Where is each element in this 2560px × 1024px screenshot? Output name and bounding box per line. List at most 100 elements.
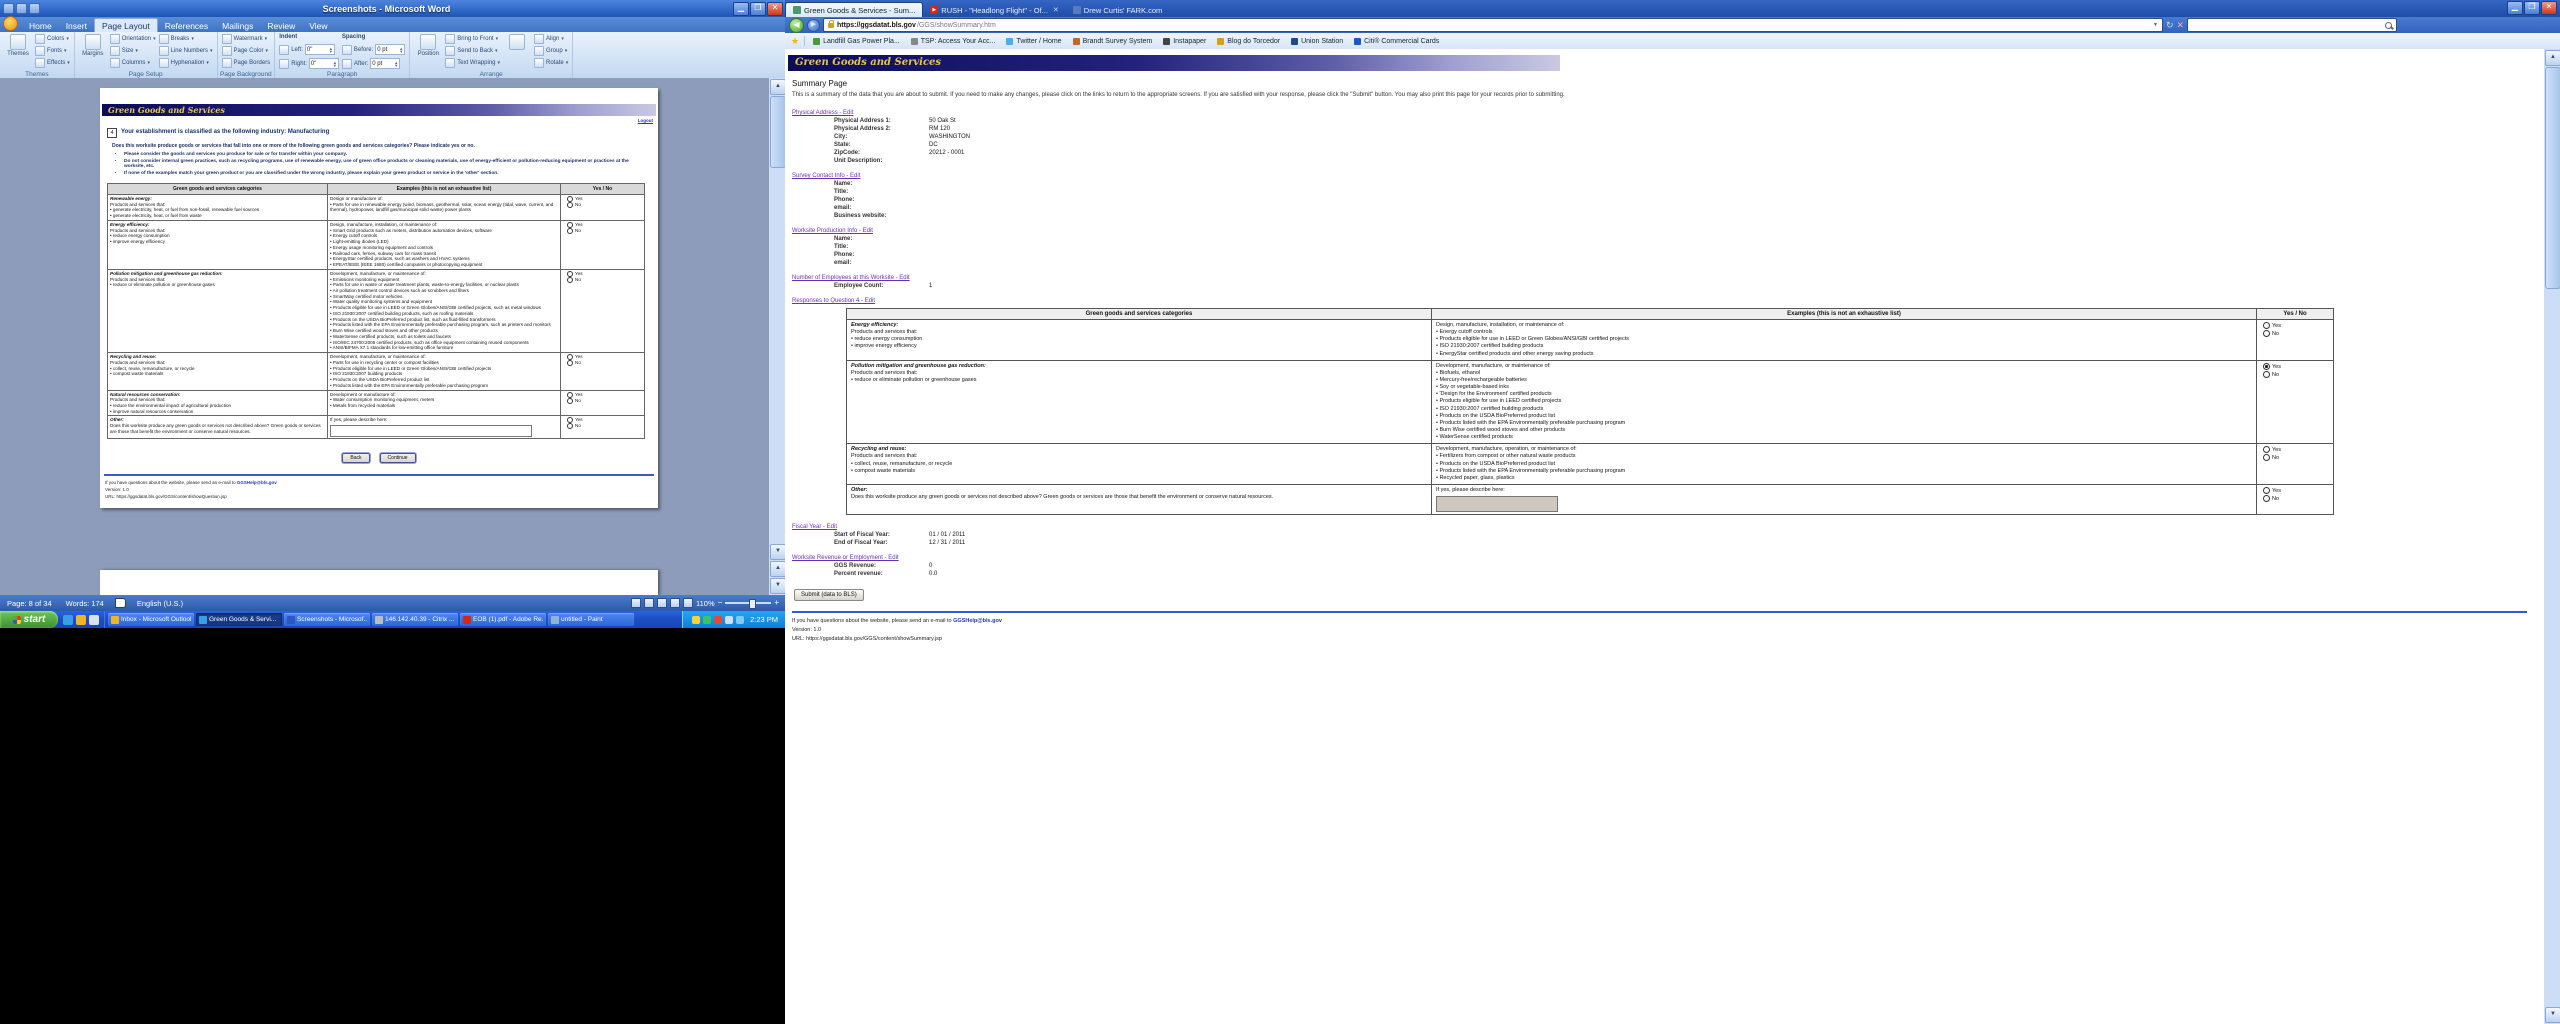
size-button[interactable]: Size▾ [110, 46, 156, 56]
submit-button[interactable]: Submit (data to BLS) [794, 589, 864, 601]
outlook-quicklaunch-icon[interactable] [76, 615, 86, 625]
print-layout-view-icon[interactable] [631, 598, 641, 608]
tray-icon-2[interactable] [703, 616, 711, 624]
back-button[interactable]: Back [342, 453, 369, 463]
no-radio[interactable] [2263, 371, 2270, 378]
tab-ggs-summary[interactable]: Green Goods & Services - Sum... [785, 2, 923, 17]
yes-radio[interactable] [567, 392, 573, 398]
page-color-button[interactable]: Page Color▾ [222, 46, 271, 56]
network-icon[interactable] [736, 616, 744, 624]
task-outlook[interactable]: Inbox - Microsoft Outlook [108, 613, 194, 626]
no-radio[interactable] [2263, 454, 2270, 461]
text-wrapping-button[interactable]: Text Wrapping▾ [445, 58, 500, 68]
address-bar[interactable]: https://ggsdatat.bls.gov /GGS/showSummar… [823, 18, 2163, 32]
indent-left-stepper[interactable]: 0"▲▼ [305, 44, 335, 55]
tab-page-layout[interactable]: Page Layout [94, 18, 158, 32]
address-dropdown-icon[interactable]: ▼ [2153, 22, 2158, 28]
minimize-button[interactable]: ▁ [733, 2, 749, 16]
indent-right-stepper[interactable]: 0"▲▼ [309, 58, 339, 69]
theme-effects-button[interactable]: Effects▾ [35, 58, 70, 68]
previous-page-button[interactable]: ▲ [770, 561, 785, 577]
theme-fonts-button[interactable]: Fonts▾ [35, 46, 70, 56]
other-describe-input[interactable] [1436, 496, 1558, 512]
favorite-tsp[interactable]: TSP: Access Your Acc... [908, 38, 999, 45]
outline-view-icon[interactable] [670, 598, 680, 608]
stop-icon[interactable]: ✕ [2177, 19, 2185, 31]
browser-maximize-button[interactable]: ❐ [2524, 1, 2540, 15]
search-input[interactable] [2187, 18, 2397, 32]
physical-address-edit-link[interactable]: Physical Address - Edit [792, 110, 2536, 116]
volume-icon[interactable] [725, 616, 733, 624]
favorite-brandt[interactable]: Brandt Survey System [1070, 38, 1156, 45]
tray-icon-3[interactable] [714, 616, 722, 624]
ie-quicklaunch-icon[interactable] [63, 615, 73, 625]
survey-contact-edit-link[interactable]: Survey Contact Info - Edit [792, 173, 2536, 179]
logout-link[interactable]: Logout [105, 118, 653, 123]
yes-radio[interactable] [2263, 487, 2270, 494]
favorite-citi[interactable]: Citi® Commercial Cards [1351, 38, 1442, 45]
task-browser-ggs[interactable]: Green Goods & Servi... [196, 613, 282, 626]
employee-count-edit-link[interactable]: Number of Employees at this Worksite - E… [792, 275, 2536, 281]
yes-radio[interactable] [2263, 322, 2270, 329]
word-titlebar[interactable]: Screenshots - Microsoft Word ▁ ❐ ✕ [0, 0, 785, 17]
yes-radio[interactable] [2263, 363, 2270, 370]
watermark-button[interactable]: Watermark▾ [222, 34, 271, 44]
undo-icon[interactable] [29, 3, 40, 14]
spacing-after-stepper[interactable]: 0 pt▲▼ [370, 58, 400, 69]
next-page-button[interactable]: ▼ [770, 578, 785, 594]
responses-q4-edit-link[interactable]: Responses to Question 4 - Edit [792, 298, 2536, 304]
task-word[interactable]: Screenshots - Microsof... [284, 613, 370, 626]
scroll-down-arrow[interactable]: ▼ [2545, 1007, 2560, 1023]
fullscreen-view-icon[interactable] [644, 598, 654, 608]
no-radio[interactable] [567, 398, 573, 404]
task-paint[interactable]: untitled - Paint [548, 613, 634, 626]
zoom-in-button[interactable]: + [774, 599, 779, 607]
tray-icon-1[interactable] [692, 616, 700, 624]
send-to-back-button[interactable]: Send to Back▾ [445, 46, 500, 56]
task-adobe-reader[interactable]: EOB (1).pdf - Adobe Re... [460, 613, 546, 626]
browser-vertical-scrollbar[interactable]: ▲ ▼ [2544, 49, 2560, 1024]
scroll-up-arrow[interactable]: ▲ [770, 79, 785, 95]
bring-to-front-button[interactable]: Bring to Front▾ [445, 34, 500, 44]
start-button[interactable]: start [0, 611, 58, 628]
tab-fark[interactable]: Drew Curtis' FARK.com [1066, 3, 1170, 17]
favorite-twitter[interactable]: Twitter / Home [1003, 38, 1064, 45]
favorite-blog[interactable]: Blog do Torcedor [1214, 38, 1283, 45]
zoom-level[interactable]: 110% [696, 599, 715, 608]
tab-review[interactable]: Review [260, 19, 302, 32]
tab-youtube-rush[interactable]: ▶RUSH - "Headlong Flight" - Of...✕ [923, 3, 1065, 17]
align-big-button[interactable] [503, 34, 531, 50]
no-radio[interactable] [567, 202, 573, 208]
favorite-landfill[interactable]: Landfill Gas Power Pla... [810, 38, 903, 45]
tab-insert[interactable]: Insert [59, 19, 94, 32]
help-email-link[interactable]: GGSHelp@bls.gov [237, 480, 277, 485]
favorites-star-icon[interactable]: ★ [791, 37, 799, 46]
save-icon[interactable] [16, 3, 27, 14]
hyphenation-button[interactable]: Hyphenation▾ [159, 58, 213, 68]
back-nav-button[interactable]: ◀ [789, 18, 804, 33]
no-radio[interactable] [567, 277, 573, 283]
favorite-instapaper[interactable]: Instapaper [1160, 38, 1209, 45]
tab-home[interactable]: Home [22, 19, 59, 32]
taskbar-clock[interactable]: 2:23 PM [750, 615, 778, 624]
tab-close-icon[interactable]: ✕ [1053, 6, 1059, 14]
page-borders-button[interactable]: Page Borders [222, 58, 271, 68]
spacing-before-stepper[interactable]: 0 pt▲▼ [375, 44, 405, 55]
scroll-up-arrow[interactable]: ▲ [2545, 50, 2560, 66]
revenue-edit-link[interactable]: Worksite Revenue or Employment - Edit [792, 555, 2536, 561]
tab-view[interactable]: View [302, 19, 334, 32]
columns-button[interactable]: Columns▾ [110, 58, 156, 68]
fiscal-year-edit-link[interactable]: Fiscal Year - Edit [792, 524, 2536, 530]
themes-button[interactable]: Themes [4, 34, 32, 57]
theme-colors-button[interactable]: Colors▾ [35, 34, 70, 44]
help-email-link[interactable]: GGSHelp@bls.gov [953, 618, 1002, 624]
browser-close-button[interactable]: ✕ [2541, 1, 2557, 15]
word-vertical-scrollbar[interactable]: ▲ ▼ ▲ ▼ [769, 78, 785, 595]
margins-button[interactable]: Margins [79, 34, 107, 57]
web-layout-view-icon[interactable] [657, 598, 667, 608]
yes-radio[interactable] [2263, 446, 2270, 453]
group-button[interactable]: Group▾ [534, 46, 568, 56]
orientation-button[interactable]: Orientation▾ [110, 34, 156, 44]
word-count[interactable]: Words: 174 [59, 599, 111, 608]
tab-mailings[interactable]: Mailings [215, 19, 260, 32]
